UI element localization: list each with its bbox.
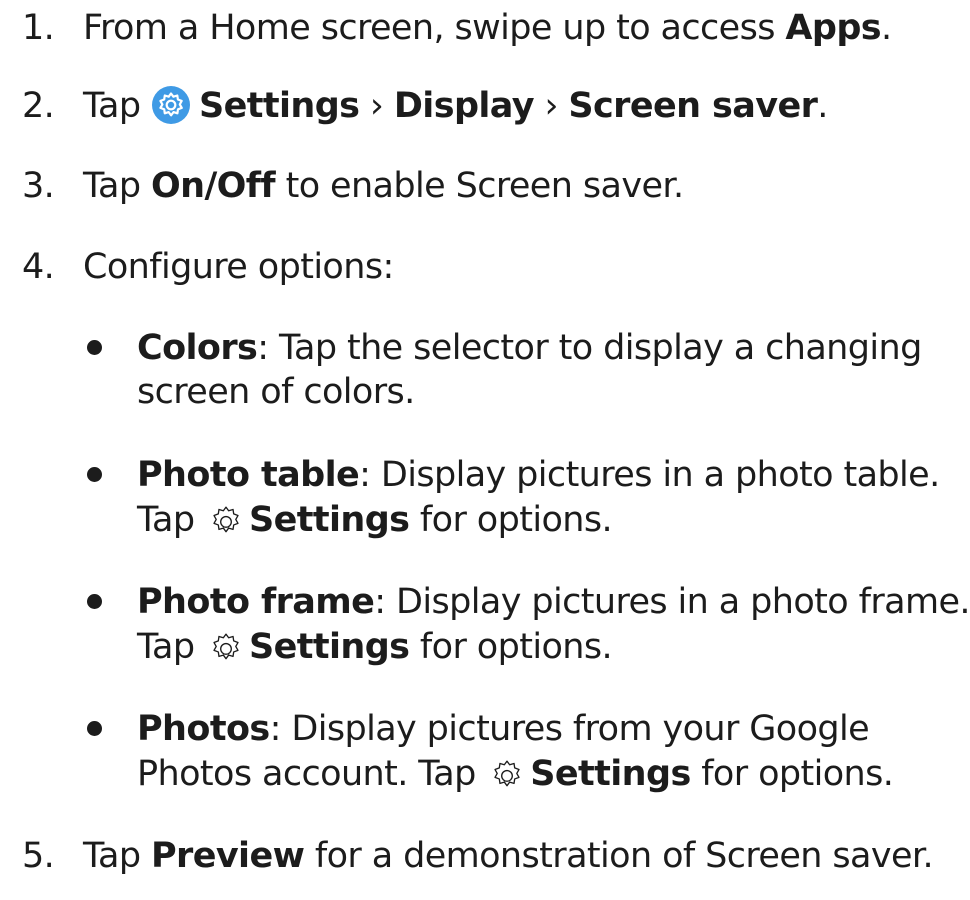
- option-title: Photos: [137, 709, 270, 749]
- option-description: Tap Settings for options.: [137, 498, 613, 542]
- option-description: Photos account. Tap Settings for options…: [137, 752, 894, 796]
- option-description: Tap Settings for options.: [137, 625, 613, 669]
- option-title: Photo table: [137, 455, 360, 495]
- display-label: Display: [393, 86, 535, 126]
- settings-app-icon: [151, 85, 191, 125]
- bullet-icon: [87, 594, 102, 609]
- settings-label: Settings: [248, 627, 410, 667]
- option-description-plain: Tap: [137, 500, 205, 540]
- settings-label: Settings: [198, 86, 360, 126]
- breadcrumb-separator: ›: [359, 86, 394, 126]
- settings-label: Settings: [530, 754, 691, 794]
- option-description: : Tap the selector to display a changing: [257, 328, 922, 368]
- bullet-icon: [87, 340, 102, 355]
- option-description-plain: for options.: [409, 500, 613, 540]
- step-number: 3.: [22, 166, 55, 206]
- step-number: 2.: [22, 86, 55, 126]
- step-text: Tap Settings › Display › Screen saver.: [83, 84, 828, 128]
- option-text: Photo table: Display pictures in a photo…: [137, 453, 940, 497]
- step-text-plain: From a Home screen, swipe up to access: [83, 8, 786, 48]
- step-text-plain: .: [881, 8, 892, 48]
- screen-saver-label: Screen saver: [568, 86, 818, 126]
- option-description-plain: Photos account. Tap: [137, 754, 487, 794]
- preview-label: Preview: [150, 836, 305, 876]
- on-off-label: On/Off: [150, 166, 276, 206]
- option-title: Colors: [137, 328, 258, 368]
- option-description-plain: Tap: [137, 627, 205, 667]
- settings-label: Settings: [248, 500, 410, 540]
- breadcrumb-separator: ›: [533, 86, 569, 126]
- step-number: 1.: [22, 8, 55, 48]
- step-number: 4.: [22, 247, 55, 287]
- option-text: Photo frame: Display pictures in a photo…: [137, 580, 970, 624]
- option-title: Photo frame: [137, 582, 375, 622]
- step-text-plain: Tap: [83, 836, 151, 876]
- bullet-icon: [87, 467, 102, 482]
- step-text-plain: for a demonstration of Screen saver.: [304, 836, 934, 876]
- step-text: Tap On/Off to enable Screen saver.: [83, 164, 685, 208]
- step-text: From a Home screen, swipe up to access A…: [83, 6, 892, 50]
- settings-gear-icon: [488, 755, 526, 793]
- option-text: Photos: Display pictures from your Googl…: [137, 707, 870, 751]
- option-description: : Display pictures from your Google: [269, 709, 870, 749]
- step-text: Configure options:: [83, 247, 394, 287]
- step-text-plain: Tap: [83, 166, 151, 206]
- option-description-plain: for options.: [690, 754, 894, 794]
- step-number: 5.: [22, 836, 55, 876]
- step-text: Tap Preview for a demonstration of Scree…: [83, 834, 934, 878]
- option-description: : Display pictures in a photo frame.: [374, 582, 970, 622]
- option-description: : Display pictures in a photo table.: [359, 455, 940, 495]
- step-text-plain: to enable Screen saver.: [275, 166, 685, 206]
- step-text-plain: Tap: [83, 86, 151, 126]
- bullet-icon: [87, 721, 102, 736]
- option-description: screen of colors.: [137, 372, 415, 412]
- settings-gear-icon: [207, 501, 245, 539]
- step-text-plain: .: [817, 86, 828, 126]
- apps-label: Apps: [785, 8, 882, 48]
- settings-gear-icon: [207, 628, 245, 666]
- option-description-plain: for options.: [409, 627, 613, 667]
- option-text: Colors: Tap the selector to display a ch…: [137, 326, 922, 370]
